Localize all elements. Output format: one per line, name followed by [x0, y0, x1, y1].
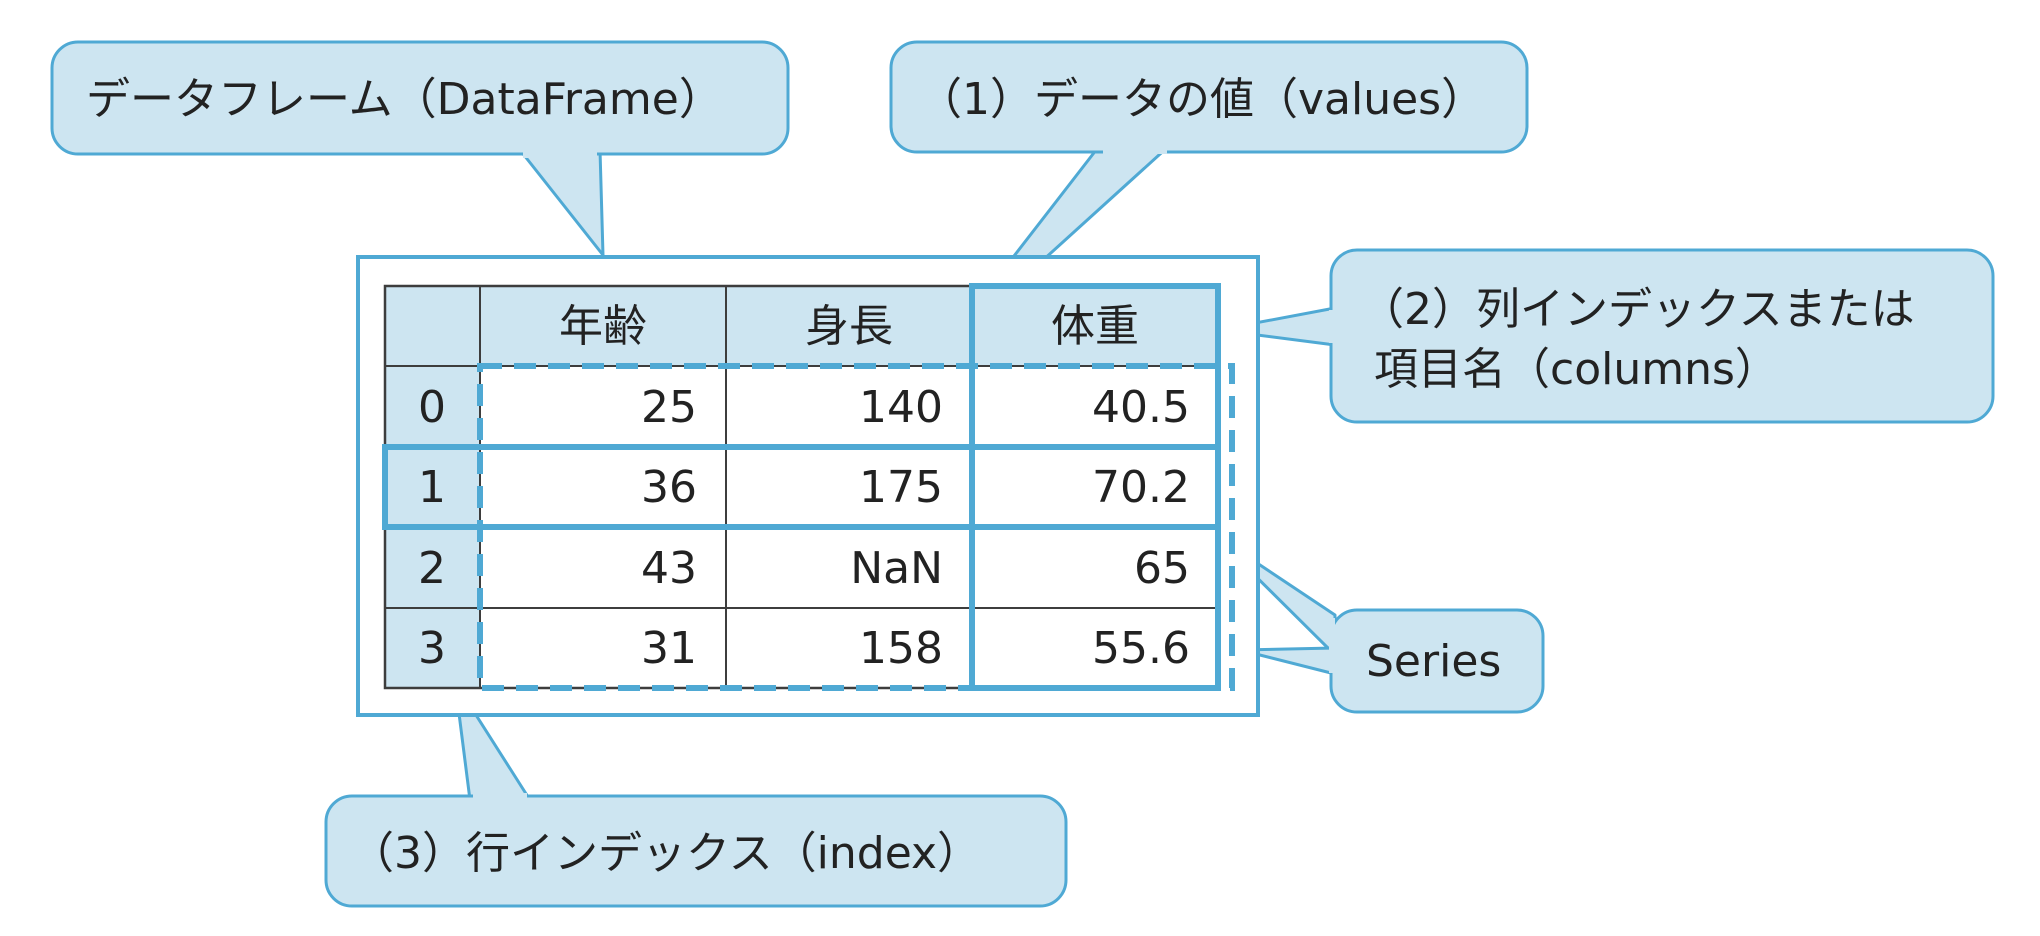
dataframe-callout-tail [518, 148, 605, 257]
row-index-1: 1 [418, 462, 446, 513]
cell-0-height: 140 [859, 382, 943, 433]
cell-2-age: 43 [641, 543, 697, 594]
row-index-3: 3 [418, 623, 446, 674]
columns-callout-box [1329, 248, 1995, 424]
cell-1-age: 36 [641, 462, 697, 513]
columns-callout-label-line2: 項目名（columns） [1374, 344, 1779, 395]
cell-1-height: 175 [859, 462, 943, 513]
series-callout-label: Series [1366, 636, 1501, 687]
row-index-2: 2 [418, 543, 446, 594]
cell-3-age: 31 [641, 623, 697, 674]
dataframe-callout-label: データフレーム（DataFrame） [86, 74, 723, 125]
columns-callout-label-line1: （2）列インデックスまたは [1360, 284, 1915, 335]
cell-3-weight: 55.6 [1092, 623, 1190, 674]
cell-2-height: NaN [850, 543, 943, 594]
row-index-0: 0 [418, 382, 446, 433]
cell-1-weight: 70.2 [1092, 462, 1190, 513]
diagram-canvas: データフレーム（DataFrame） （1）データの値（values） （2）列… [50, 40, 1995, 908]
cell-3-height: 158 [859, 623, 943, 674]
column-header-height: 身長 [805, 301, 893, 352]
values-callout-label: （1）データの値（values） [918, 74, 1485, 125]
cell-0-age: 25 [641, 382, 697, 433]
column-header-weight: 体重 [1051, 301, 1139, 352]
dataframe-diagram: データフレーム（DataFrame） （1）データの値（values） （2）列… [0, 0, 2040, 936]
column-header-age: 年齢 [559, 301, 647, 352]
cell-0-weight: 40.5 [1092, 382, 1190, 433]
index-callout-label: （3）行インデックス（index） [350, 828, 981, 879]
cell-2-weight: 65 [1134, 543, 1190, 594]
